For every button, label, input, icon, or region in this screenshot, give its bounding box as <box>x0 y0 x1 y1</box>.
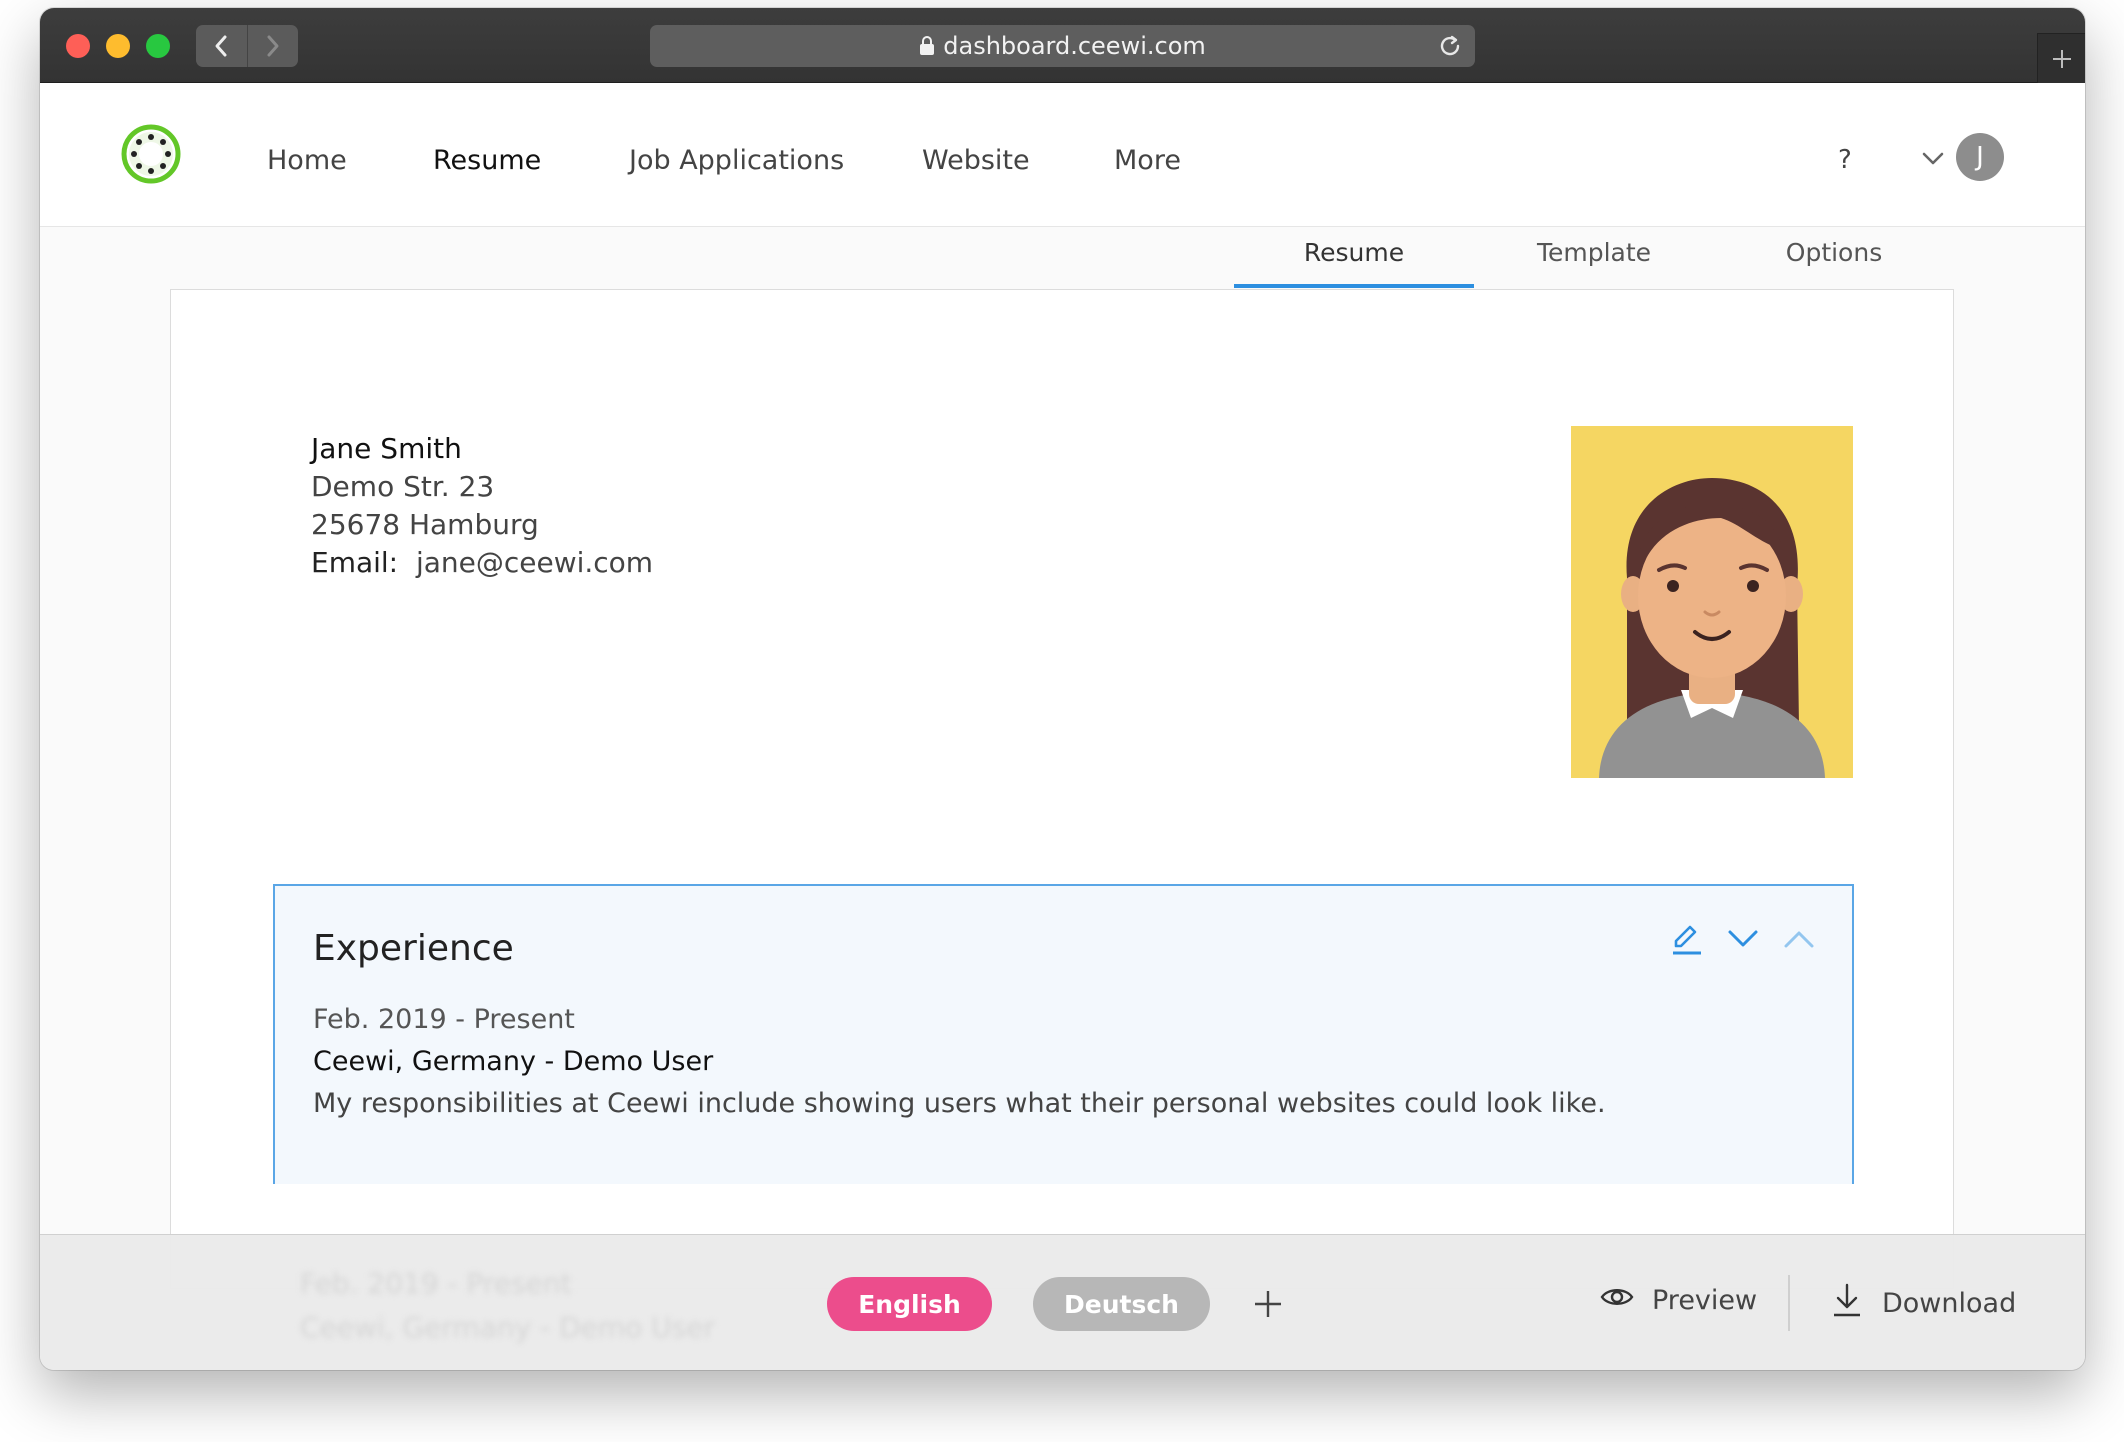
contact-name: Jane Smith <box>311 432 462 465</box>
url-text: dashboard.ceewi.com <box>943 32 1206 60</box>
chevron-down-icon[interactable] <box>1726 928 1760 954</box>
experience-date-range: Feb. 2019 - Present <box>313 1004 575 1035</box>
language-deutsch-button[interactable]: Deutsch <box>1033 1277 1210 1331</box>
nav-resume[interactable]: Resume <box>433 145 541 176</box>
contact-street: Demo Str. 23 <box>311 470 495 503</box>
close-window-button[interactable] <box>66 34 90 58</box>
chevron-down-icon[interactable] <box>1922 151 1944 170</box>
toolbar-divider <box>1788 1275 1790 1331</box>
resume-document: Jane Smith Demo Str. 23 25678 Hamburg Em… <box>170 289 1954 1289</box>
nav-job-applications[interactable]: Job Applications <box>629 145 844 176</box>
zoom-window-button[interactable] <box>146 34 170 58</box>
active-tab-indicator <box>1234 284 1474 288</box>
new-tab-icon[interactable] <box>2037 33 2085 83</box>
avatar[interactable]: J <box>1956 133 2004 181</box>
plus-icon[interactable] <box>1253 1289 1283 1323</box>
experience-section[interactable]: Experience Feb. 2019 - Present Ceewi, Ge… <box>273 884 1854 1184</box>
email-label: Email: <box>311 546 399 579</box>
nav-website[interactable]: Website <box>922 145 1030 176</box>
tab-options[interactable]: Options <box>1714 238 1954 284</box>
chevron-up-icon[interactable] <box>1782 928 1816 954</box>
download-button[interactable]: Download <box>1832 1283 2016 1324</box>
profile-photo[interactable] <box>1571 426 1853 778</box>
minimize-window-button[interactable] <box>106 34 130 58</box>
bottom-toolbar: Feb. 2019 - Present Ceewi, Germany - Dem… <box>40 1234 2085 1370</box>
blurred-date-behind-bar: Feb. 2019 - Present <box>300 1267 572 1300</box>
logo-icon[interactable] <box>120 123 182 189</box>
contact-block: Jane Smith Demo Str. 23 25678 Hamburg Em… <box>311 430 653 582</box>
edit-icon[interactable] <box>1670 922 1704 960</box>
tab-resume[interactable]: Resume <box>1234 238 1474 284</box>
app-header: Home Resume Job Applications Website Mor… <box>40 83 2085 227</box>
help-button[interactable]: ? <box>1838 145 1852 175</box>
reload-icon[interactable] <box>1437 33 1463 65</box>
email-value: jane@ceewi.com <box>415 546 654 579</box>
contact-city: 25678 Hamburg <box>311 508 539 541</box>
section-toolbar <box>1670 922 1816 960</box>
download-icon <box>1832 1283 1862 1324</box>
language-english-button[interactable]: English <box>827 1277 992 1331</box>
history-buttons <box>196 25 298 67</box>
nav-more[interactable]: More <box>1114 145 1181 176</box>
preview-button[interactable]: Preview <box>1600 1285 1757 1316</box>
forward-icon[interactable] <box>246 25 299 67</box>
nav-home[interactable]: Home <box>267 145 347 176</box>
blurred-employer-behind-bar: Ceewi, Germany - Demo User <box>300 1311 715 1344</box>
back-icon[interactable] <box>196 25 247 67</box>
lock-icon <box>919 36 935 56</box>
browser-titlebar: dashboard.ceewi.com <box>40 8 2085 83</box>
browser-window: dashboard.ceewi.com Home Resume Job Appl… <box>40 8 2085 1370</box>
experience-employer: Ceewi, Germany - Demo User <box>313 1046 714 1077</box>
section-title: Experience <box>313 928 514 969</box>
contact-email-line: Email: jane@ceewi.com <box>311 544 653 582</box>
tab-template[interactable]: Template <box>1474 238 1714 284</box>
preview-label: Preview <box>1652 1285 1758 1316</box>
address-bar[interactable]: dashboard.ceewi.com <box>650 25 1475 67</box>
download-label: Download <box>1882 1288 2017 1319</box>
eye-icon <box>1600 1285 1634 1316</box>
experience-description: My responsibilities at Ceewi include sho… <box>313 1088 1606 1119</box>
